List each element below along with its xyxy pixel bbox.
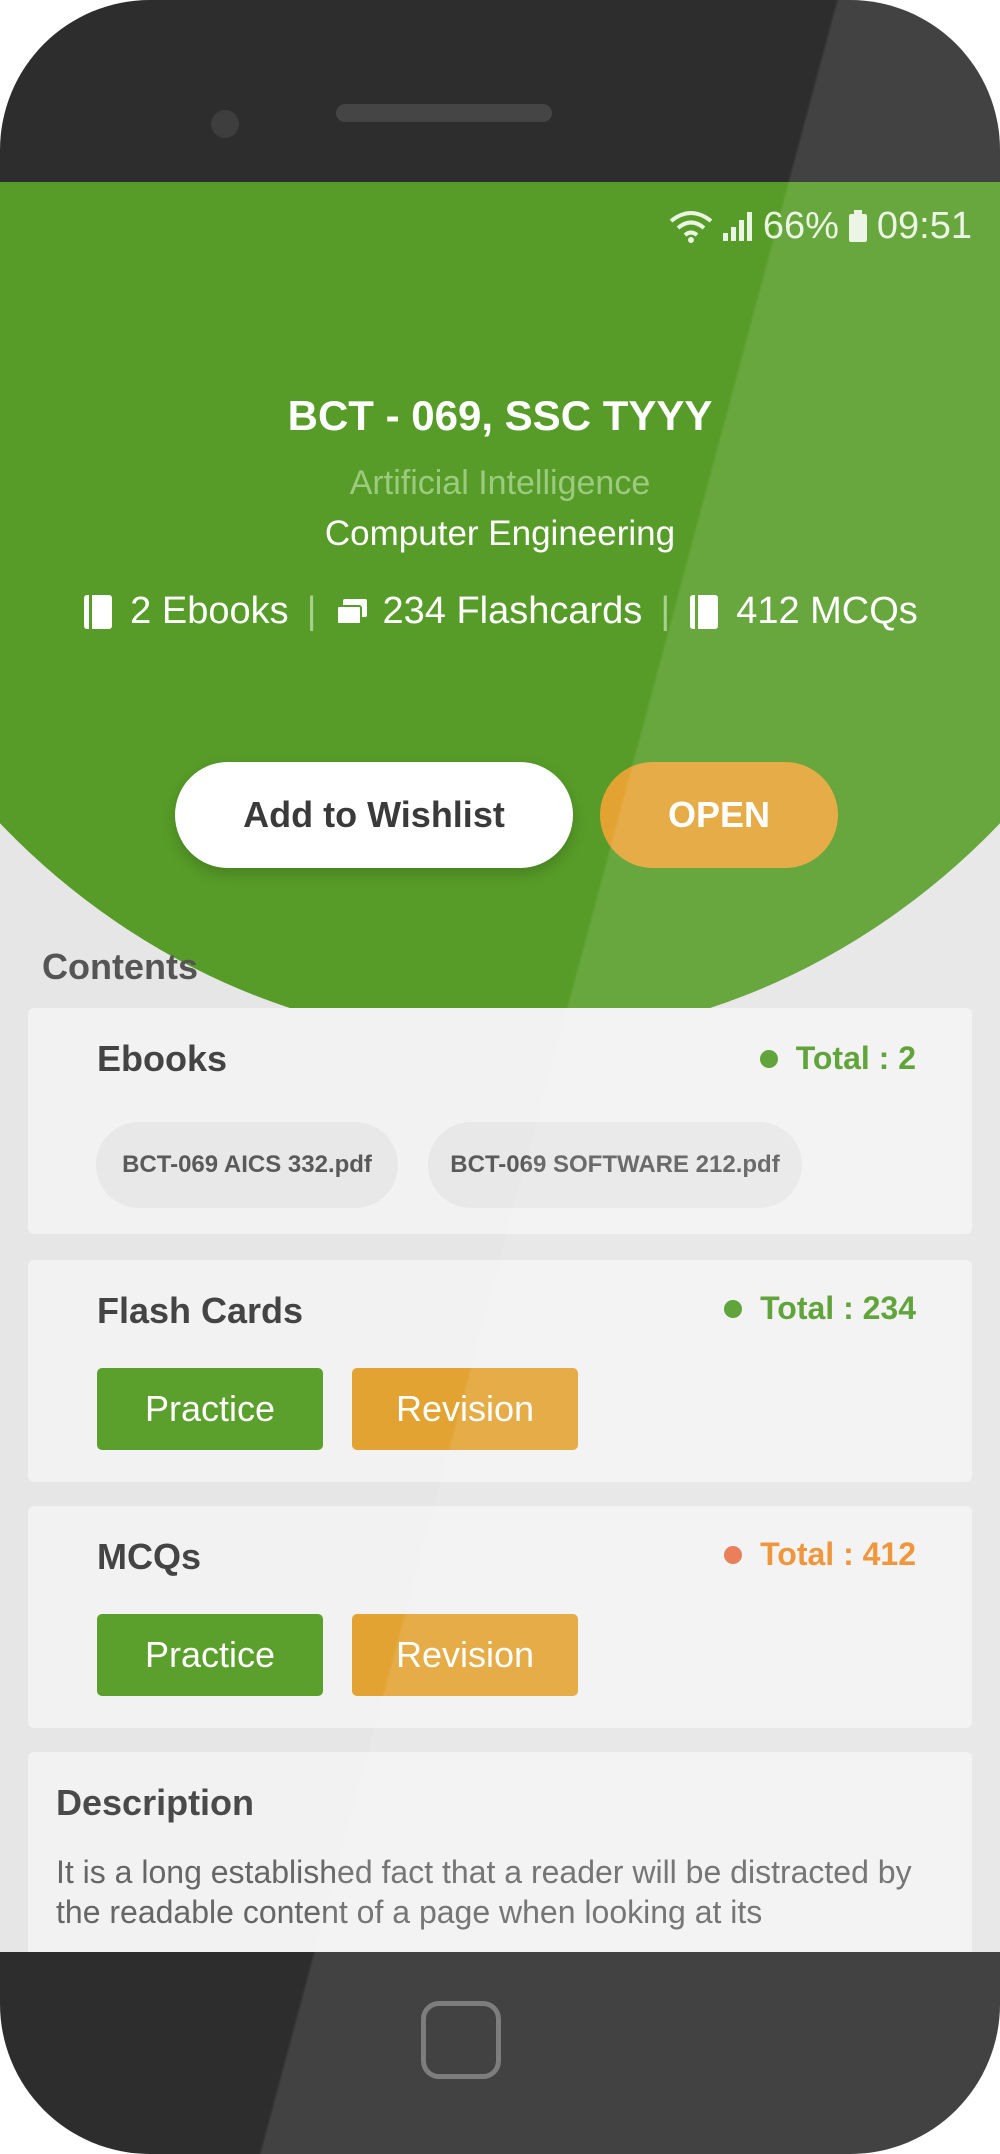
front-camera <box>211 110 239 138</box>
flashcards-practice-button[interactable]: Practice <box>97 1368 323 1450</box>
mcqs-title: MCQs <box>97 1536 202 1577</box>
flashcard-icon <box>335 597 369 627</box>
open-button[interactable]: OPEN <box>600 762 838 868</box>
battery-percent: 66% <box>762 204 839 247</box>
flashcards-card: Flash Cards Total : 234 Practice Revisio… <box>28 1260 972 1482</box>
course-subject: Artificial Intelligence <box>349 464 651 502</box>
mcqs-count: 412 MCQs <box>736 590 918 632</box>
flashcards-revision-button[interactable]: Revision <box>352 1368 578 1450</box>
course-department: Computer Engineering <box>324 514 676 553</box>
home-button-icon[interactable] <box>421 2001 501 2079</box>
clock: 09:51 <box>876 204 972 247</box>
add-to-wishlist-button[interactable]: Add to Wishlist <box>175 762 573 868</box>
ebooks-total-label: Total : 2 <box>795 1040 916 1076</box>
ebooks-total: Total : 2 <box>759 1040 916 1077</box>
ebooks-count: 2 Ebooks <box>130 590 289 632</box>
ebook-file-chip[interactable]: BCT-069 SOFTWARE 212.pdf <box>428 1122 802 1208</box>
flashcards-total-label: Total : 234 <box>760 1290 916 1326</box>
flashcards-count: 234 Flashcards <box>382 590 643 632</box>
status-dot <box>759 1049 778 1068</box>
description-title: Description <box>56 1782 255 1823</box>
mcqs-total: Total : 412 <box>724 1536 916 1573</box>
book-icon <box>82 593 116 631</box>
book-icon <box>688 593 722 631</box>
status-dot <box>724 1299 743 1318</box>
mcqs-revision-button[interactable]: Revision <box>352 1614 578 1696</box>
app-screen: 66% 09:51 BCT - 069, SSC TYYY Artificial… <box>0 182 1000 1952</box>
earpiece-speaker <box>336 104 552 122</box>
mcqs-practice-button[interactable]: Practice <box>97 1614 323 1696</box>
stats-separator: | <box>306 590 317 632</box>
ebooks-title: Ebooks <box>97 1038 228 1079</box>
status-bar: 66% 09:51 <box>669 196 972 256</box>
stats-separator: | <box>660 590 671 632</box>
battery-icon <box>847 209 869 243</box>
wifi-icon <box>669 209 713 243</box>
status-dot <box>724 1545 743 1564</box>
flashcards-total: Total : 234 <box>724 1290 916 1327</box>
phone-frame: 66% 09:51 BCT - 069, SSC TYYY Artificial… <box>0 0 1000 2154</box>
mcqs-card: MCQs Total : 412 Practice Revision <box>28 1506 972 1728</box>
description-card: Description It is a long established fac… <box>28 1752 972 1952</box>
contents-heading: Contents <box>42 946 198 987</box>
flashcards-title: Flash Cards <box>97 1290 304 1331</box>
ebook-file-chip[interactable]: BCT-069 AICS 332.pdf <box>96 1122 398 1208</box>
description-text: It is a long established fact that a rea… <box>56 1854 912 1930</box>
course-stats: 2 Ebooks | 234 Flashcards | 412 MCQs <box>0 590 1000 633</box>
course-title: BCT - 069, SSC TYYY <box>287 392 713 439</box>
signal-icon <box>721 209 755 243</box>
ebooks-card: Ebooks Total : 2 BCT-069 AICS 332.pdf BC… <box>28 1008 972 1234</box>
mcqs-total-label: Total : 412 <box>760 1536 916 1572</box>
